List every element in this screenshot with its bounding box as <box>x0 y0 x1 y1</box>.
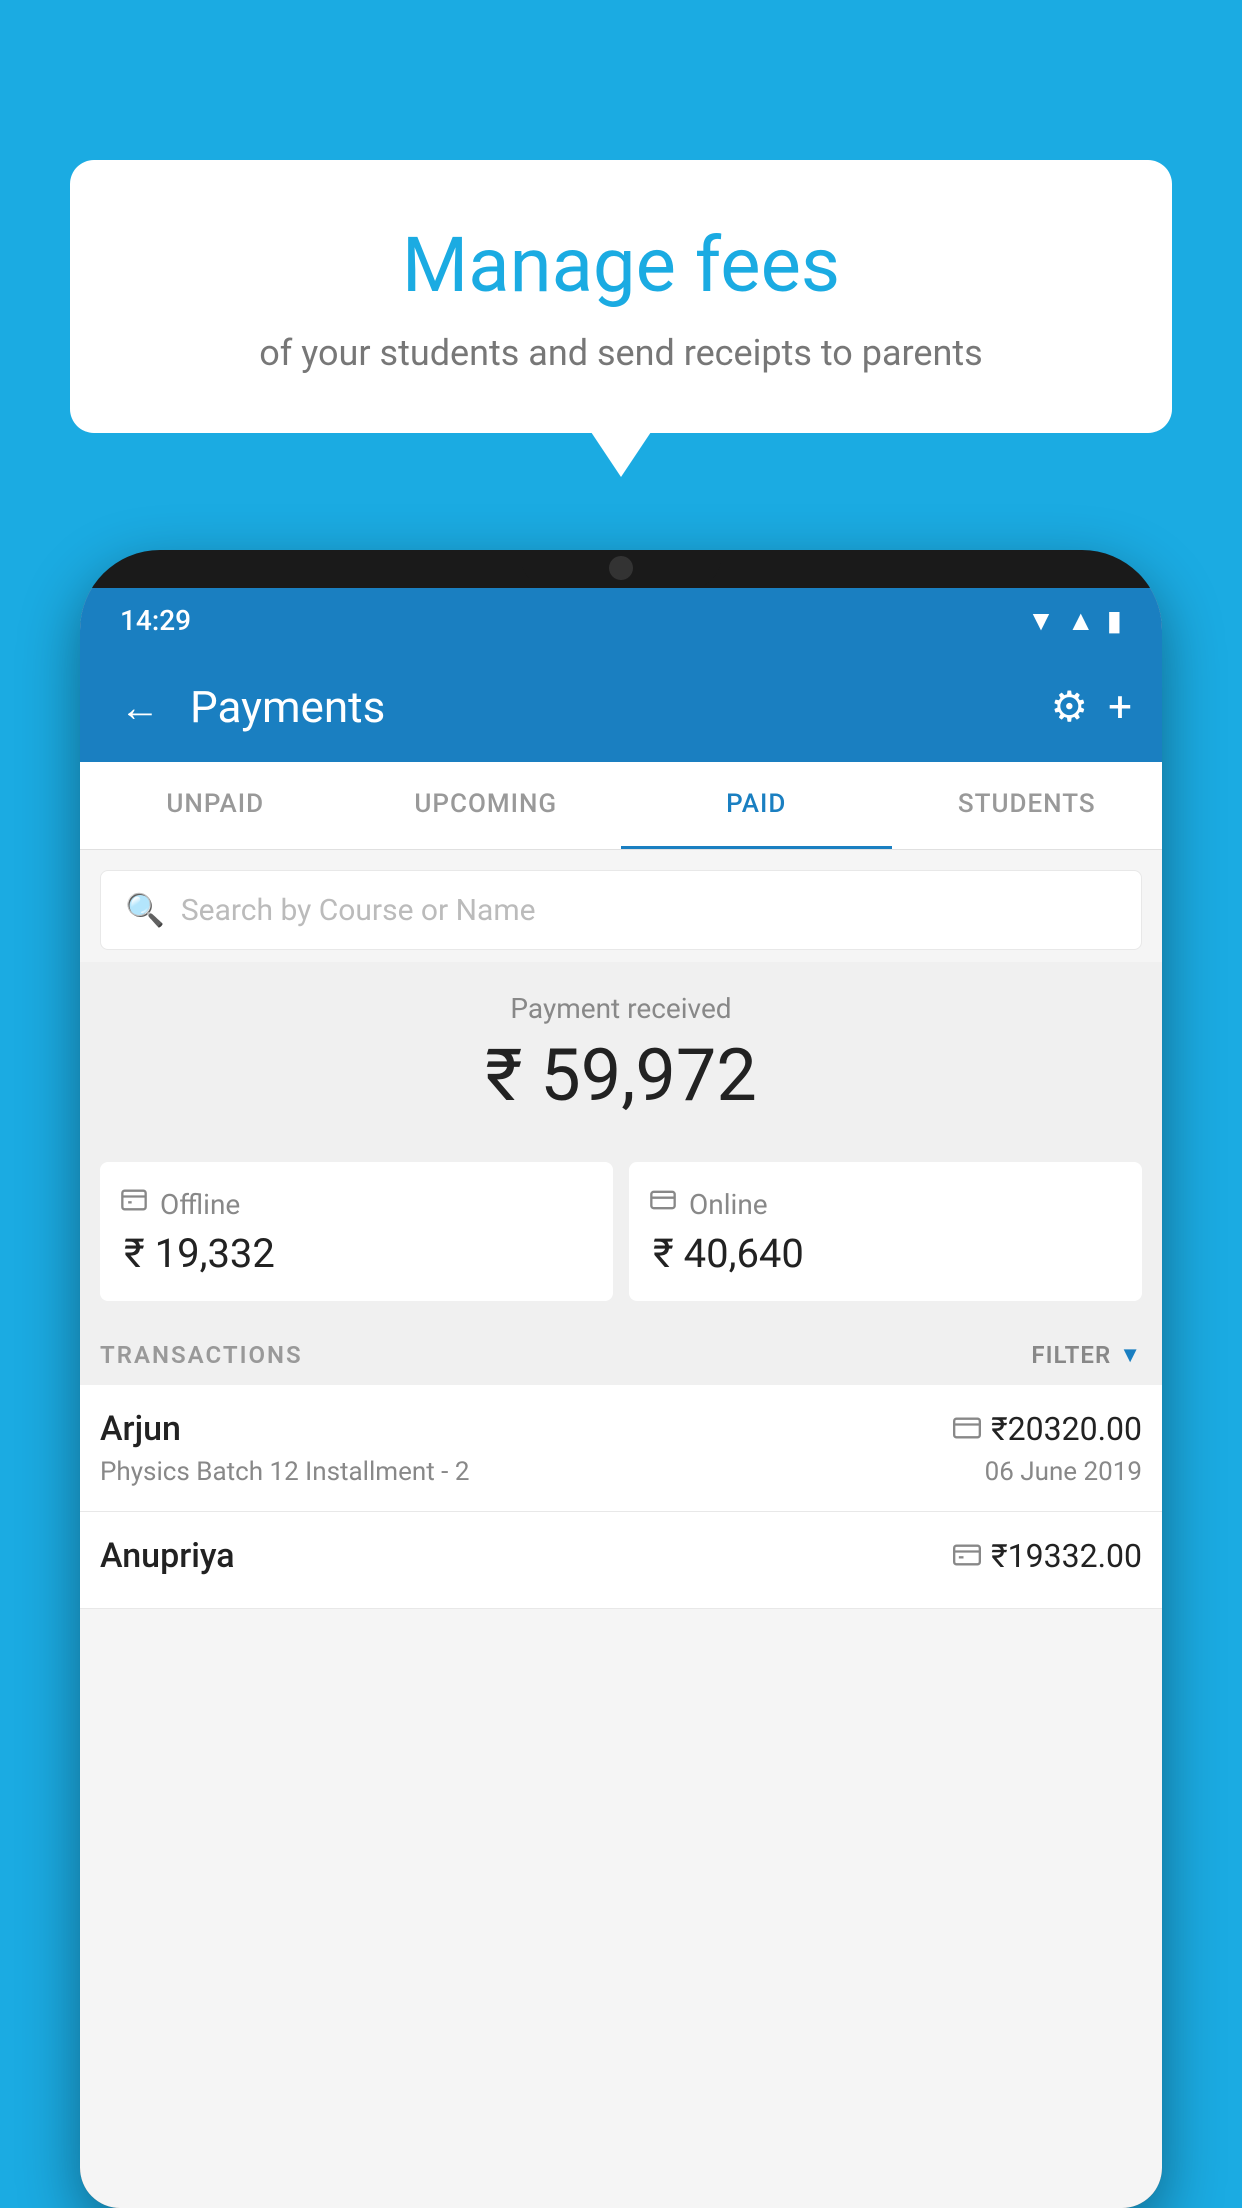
transaction-amount: ₹19332.00 <box>991 1537 1142 1575</box>
add-button[interactable]: + <box>1108 683 1132 732</box>
bubble-subtitle: of your students and send receipts to pa… <box>120 328 1122 378</box>
online-payment-card: Online ₹ 40,640 <box>629 1162 1142 1301</box>
transaction-row-1: Anupriya ₹19332.00 <box>100 1536 1142 1576</box>
offline-payment-card: Offline ₹ 19,332 <box>100 1162 613 1301</box>
tabs: UNPAID UPCOMING PAID STUDENTS <box>80 762 1162 850</box>
offline-amount: ₹ 19,332 <box>120 1230 593 1277</box>
tab-unpaid[interactable]: UNPAID <box>80 762 351 849</box>
payment-cards: Offline ₹ 19,332 Online ₹ 4 <box>80 1142 1162 1321</box>
tab-students[interactable]: STUDENTS <box>892 762 1163 849</box>
front-camera <box>609 556 633 580</box>
status-bar: 14:29 ▼ ▲ ▮ <box>80 588 1162 652</box>
transaction-row-2: Physics Batch 12 Installment - 2 06 June… <box>100 1457 1142 1487</box>
transaction-row-1: Arjun ₹20320.00 <box>100 1409 1142 1449</box>
offline-label: Offline <box>160 1188 240 1221</box>
transaction-date: 06 June 2019 <box>985 1457 1142 1487</box>
online-payment-icon <box>953 1413 981 1446</box>
filter-icon: ▼ <box>1119 1342 1142 1368</box>
offline-icon <box>120 1186 148 1222</box>
search-icon: 🔍 <box>125 891 165 929</box>
offline-card-header: Offline <box>120 1186 593 1222</box>
student-name: Arjun <box>100 1409 181 1449</box>
transactions-label: TRANSACTIONS <box>100 1341 303 1369</box>
online-icon <box>649 1186 677 1222</box>
search-input[interactable]: Search by Course or Name <box>181 893 536 928</box>
course-name: Physics Batch 12 Installment - 2 <box>100 1457 469 1487</box>
status-icons: ▼ ▲ ▮ <box>1027 604 1122 637</box>
tab-paid[interactable]: PAID <box>621 762 892 849</box>
content-area: 🔍 Search by Course or Name Payment recei… <box>80 850 1162 1609</box>
offline-payment-icon <box>953 1540 981 1573</box>
table-row[interactable]: Anupriya ₹19332.00 <box>80 1512 1162 1609</box>
speech-bubble: Manage fees of your students and send re… <box>70 160 1172 433</box>
bubble-title: Manage fees <box>120 220 1122 310</box>
wifi-icon: ▼ <box>1027 604 1055 637</box>
table-row[interactable]: Arjun ₹20320.00 Physics Batch 12 Install… <box>80 1385 1162 1512</box>
phone-notch <box>521 550 721 588</box>
app-bar: ← Payments ⚙ + <box>80 652 1162 762</box>
app-bar-actions: ⚙ + <box>1051 682 1133 732</box>
transactions-header: TRANSACTIONS FILTER ▼ <box>80 1321 1162 1385</box>
filter-button[interactable]: FILTER ▼ <box>1031 1341 1142 1369</box>
student-name: Anupriya <box>100 1536 235 1576</box>
online-label: Online <box>689 1188 768 1221</box>
settings-icon[interactable]: ⚙ <box>1051 682 1089 732</box>
transaction-amount-wrap: ₹19332.00 <box>953 1537 1142 1575</box>
online-amount: ₹ 40,640 <box>649 1230 1122 1277</box>
tab-upcoming[interactable]: UPCOMING <box>351 762 622 849</box>
phone-screen: 14:29 ▼ ▲ ▮ ← Payments ⚙ + UNPAID UPCOMI… <box>80 588 1162 2208</box>
battery-icon: ▮ <box>1107 604 1122 637</box>
filter-label: FILTER <box>1031 1341 1111 1369</box>
online-card-header: Online <box>649 1186 1122 1222</box>
phone-frame: 14:29 ▼ ▲ ▮ ← Payments ⚙ + UNPAID UPCOMI… <box>80 550 1162 2208</box>
back-button[interactable]: ← <box>110 674 170 741</box>
transaction-amount: ₹20320.00 <box>991 1410 1142 1448</box>
payment-received-label: Payment received <box>100 992 1142 1025</box>
search-bar[interactable]: 🔍 Search by Course or Name <box>100 870 1142 950</box>
signal-icon: ▲ <box>1067 604 1095 637</box>
page-title: Payments <box>190 681 1031 733</box>
status-time: 14:29 <box>120 604 191 637</box>
payment-received-amount: ₹ 59,972 <box>100 1033 1142 1118</box>
payment-received-section: Payment received ₹ 59,972 <box>80 962 1162 1142</box>
transaction-amount-wrap: ₹20320.00 <box>953 1410 1142 1448</box>
